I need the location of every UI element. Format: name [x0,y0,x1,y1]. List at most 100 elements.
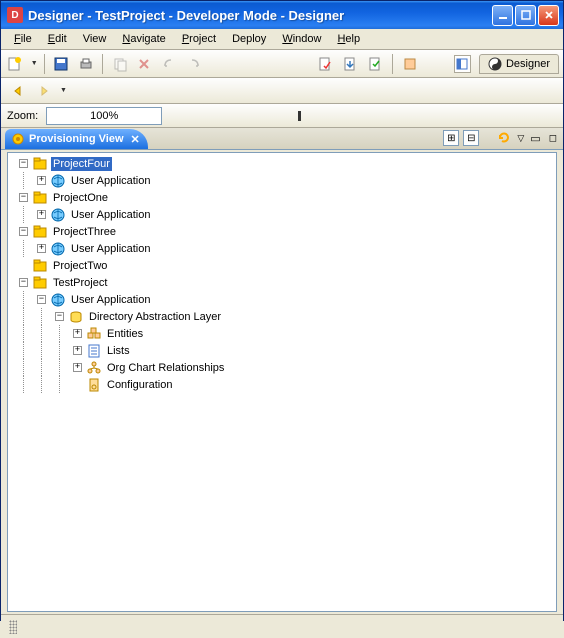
tree-node[interactable]: Configuration [8,376,556,393]
collapse-icon[interactable]: − [19,278,28,287]
collapse-icon[interactable]: − [19,159,28,168]
tree-node-label[interactable]: TestProject [51,276,109,290]
validate-button[interactable] [365,53,386,75]
view-tab-strip: Provisioning View ✕ ⊞ ⊟ ▽ ▭ ◻ [1,128,563,150]
project-icon [32,258,48,274]
expand-all-button[interactable]: ⊞ [443,130,459,146]
tree-node-label[interactable]: ProjectTwo [51,259,109,273]
nav-zoom-toolbar: ▼ [1,78,563,104]
tree-node[interactable]: − User Application [8,291,556,308]
menu-window[interactable]: Window [275,31,328,47]
collapse-icon[interactable]: − [19,193,28,202]
new-dropdown-icon[interactable]: ▼ [31,60,38,67]
doc-check-button[interactable] [316,53,337,75]
tree-node[interactable]: − Directory Abstraction Layer [8,308,556,325]
view-close-icon[interactable]: ✕ [131,133,140,146]
tree-node[interactable]: + User Application [8,240,556,257]
tree-node[interactable]: ProjectTwo [8,257,556,274]
zoom-slider[interactable] [298,111,301,121]
perspective-button[interactable] [454,55,471,73]
refresh-button[interactable] [495,129,513,147]
tree-node-label[interactable]: User Application [69,174,153,188]
tree-node-label[interactable]: ProjectOne [51,191,110,205]
zoom-toolbar: Zoom: [1,104,563,128]
collapse-icon[interactable]: − [55,312,64,321]
lists-icon [86,343,102,359]
tree-node[interactable]: + Lists [8,342,556,359]
new-button[interactable] [5,53,26,75]
tree-node-label[interactable]: Lists [105,344,132,358]
collapse-icon[interactable]: − [37,295,46,304]
expand-icon[interactable]: + [37,210,46,219]
userapp-icon [50,241,66,257]
expand-icon[interactable]: + [73,329,82,338]
zoom-input[interactable] [46,107,162,125]
tree-node[interactable]: − ProjectOne [8,189,556,206]
tree-node-label[interactable]: Configuration [105,378,174,392]
tree-node[interactable]: + Org Chart Relationships [8,359,556,376]
maximize-button[interactable] [515,5,536,26]
copy-button[interactable] [109,53,130,75]
zoom-label: Zoom: [7,110,38,122]
dal-icon [68,309,84,325]
tree-node-label[interactable]: User Application [69,208,153,222]
tree-node[interactable]: + User Application [8,172,556,189]
designer-perspective-tab[interactable]: Designer [479,54,559,74]
provisioning-view-tab[interactable]: Provisioning View ✕ [5,129,148,149]
tree-view[interactable]: −ProjectFour+User Application−ProjectOne… [7,152,557,612]
view-tab-title: Provisioning View [29,133,124,145]
view-menu-icon[interactable]: ▽ [517,133,524,144]
nav-forward-button[interactable] [33,80,55,102]
tree-node-label[interactable]: Directory Abstraction Layer [87,310,223,324]
menu-help[interactable]: Help [330,31,367,47]
save-button[interactable] [51,53,72,75]
tree-node[interactable]: + User Application [8,206,556,223]
expand-icon[interactable]: + [73,363,82,372]
config-icon [86,377,102,393]
project-icon [32,156,48,172]
expand-icon[interactable]: + [37,244,46,253]
undo-button[interactable] [159,53,180,75]
tree-node-label[interactable]: ProjectThree [51,225,118,239]
tree-node-label[interactable]: User Application [69,242,153,256]
tree-node-label[interactable]: Org Chart Relationships [105,361,226,375]
nav-dropdown-icon[interactable]: ▼ [60,87,67,94]
tree-node-label[interactable]: User Application [69,293,153,307]
yinyang-icon [488,57,502,71]
tree-node-label[interactable]: Entities [105,327,145,341]
tree-node[interactable]: − TestProject [8,274,556,291]
org-icon [86,360,102,376]
menu-project[interactable]: Project [175,31,223,47]
deploy-button[interactable] [341,53,362,75]
project-icon [32,190,48,206]
menu-navigate[interactable]: Navigate [115,31,172,47]
minimize-view-icon[interactable]: ▭ [528,132,542,145]
expand-icon[interactable]: + [37,176,46,185]
close-button[interactable] [538,5,559,26]
tree-node[interactable]: − ProjectThree [8,223,556,240]
print-button[interactable] [75,53,96,75]
minimize-button[interactable] [492,5,513,26]
maximize-view-icon[interactable]: ◻ [547,133,559,144]
grip-icon [9,620,17,634]
redo-button[interactable] [184,53,205,75]
menu-deploy[interactable]: Deploy [225,31,273,47]
menu-view[interactable]: View [76,31,114,47]
expand-icon[interactable]: + [73,346,82,355]
collapse-icon[interactable]: − [19,227,28,236]
nav-back-button[interactable] [7,80,29,102]
userapp-icon [50,173,66,189]
tree-node[interactable]: − ProjectFour [8,155,556,172]
title-bar: D Designer - TestProject - Developer Mod… [1,1,563,29]
delete-button[interactable] [134,53,155,75]
tree-node[interactable]: + Entities [8,325,556,342]
main-toolbar: ▼ Designer [1,50,563,78]
menu-edit[interactable]: Edit [41,31,74,47]
menu-file[interactable]: File [7,31,39,47]
collapse-all-button[interactable]: ⊟ [463,130,479,146]
tree-node-label[interactable]: ProjectFour [51,157,112,171]
tasks-button[interactable] [399,53,420,75]
userapp-icon [50,292,66,308]
window-title: Designer - TestProject - Developer Mode … [28,8,492,23]
status-bar [1,614,563,638]
